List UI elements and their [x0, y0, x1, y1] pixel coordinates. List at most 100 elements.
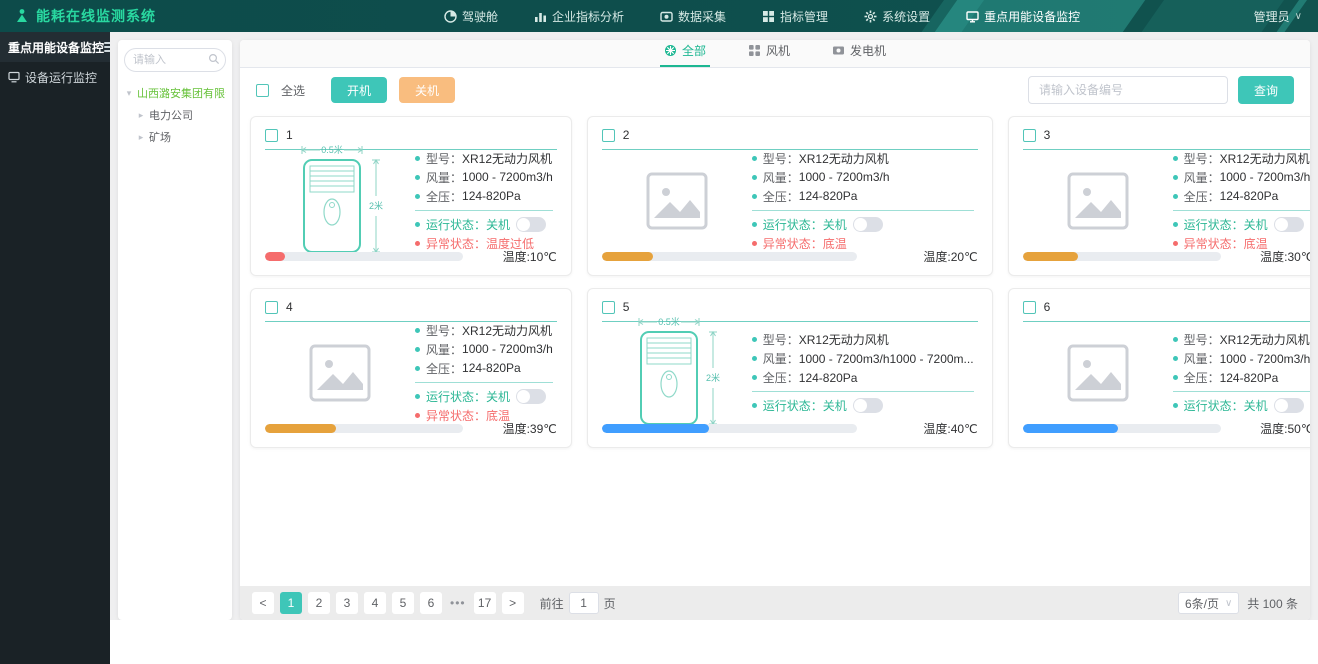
nav-item-cockpit[interactable]: 驾驶舱	[430, 0, 512, 32]
monitor-icon	[966, 10, 979, 23]
data-collect-icon	[660, 10, 673, 23]
nav-label: 数据采集	[678, 9, 727, 24]
image-placeholder-icon	[602, 156, 752, 245]
run-state-value: 关机	[1243, 399, 1268, 413]
device-card-4: 4 型号： XR12无动力风机 风量： 1000 - 7200m3/h 全压： …	[250, 288, 572, 448]
temperature-bar	[1022, 423, 1221, 433]
device-checkbox[interactable]	[1022, 128, 1036, 142]
page-button-3[interactable]: 3	[336, 592, 358, 614]
device-id: 2	[622, 128, 630, 142]
caret-down-icon[interactable]: ▾	[124, 88, 134, 99]
grid-icon	[762, 10, 775, 23]
nav-label: 系统设置	[882, 9, 931, 24]
tree-node-company[interactable]: ▾ 山西潞安集团有限公司	[124, 82, 226, 104]
logo-icon	[14, 8, 30, 24]
temperature-bar	[1022, 251, 1221, 261]
sidebar-item-device-monitoring[interactable]: 设备运行监控	[0, 62, 110, 92]
goto-page-input[interactable]	[568, 592, 599, 614]
svg-text:0.5米: 0.5米	[658, 316, 680, 327]
page-button-5[interactable]: 5	[392, 592, 414, 614]
model-value: XR12无动力风机	[462, 323, 553, 338]
model-value: XR12无动力风机	[1219, 333, 1310, 347]
caret-right-icon[interactable]: ▸	[136, 132, 146, 143]
more-pages-icon[interactable]: •••	[448, 596, 468, 610]
all-devices-icon	[664, 44, 677, 57]
temperature-text: 温度:10℃	[502, 249, 557, 264]
tab-label: 全部	[681, 44, 706, 58]
generator-icon	[832, 44, 845, 57]
power-toggle[interactable]	[516, 388, 547, 404]
page-button-2[interactable]: 2	[308, 592, 330, 614]
power-toggle[interactable]	[852, 216, 883, 232]
temperature-text: 温度:39℃	[502, 421, 557, 436]
pagination-bar: < 1 2 3 4 5 6 ••• 17 > 前往 页	[240, 586, 1310, 620]
device-card-6: 6 型号： XR12无动力风机 风量： 1000 - 7200m3/h 全压： …	[1007, 288, 1310, 448]
dashboard-pie-icon	[444, 9, 457, 23]
airflow-value: 1000 - 7200m3/h1000 - 7200m...	[798, 351, 974, 366]
tab-all[interactable]: 全部	[659, 42, 710, 67]
page-button-17[interactable]: 17	[473, 592, 496, 614]
image-placeholder-icon	[1023, 156, 1173, 245]
device-id: 6	[1043, 300, 1051, 314]
svg-text:2米: 2米	[706, 372, 720, 383]
nav-item-indicator-management[interactable]: 指标管理	[748, 0, 842, 32]
pressure-value: 124-820Pa	[1219, 189, 1279, 203]
caret-right-icon[interactable]: ▸	[136, 110, 146, 121]
device-type-tabs: 全部 风机 发电机	[240, 40, 1310, 68]
device-checkbox[interactable]	[601, 128, 615, 142]
prev-page-button[interactable]: <	[252, 592, 274, 614]
app-title: 能耗在线监测系统	[36, 8, 156, 24]
power-toggle[interactable]	[1273, 216, 1304, 232]
tree-node-mine[interactable]: ▸ 矿场	[124, 126, 226, 148]
power-toggle[interactable]	[516, 216, 547, 232]
airflow-value: 1000 - 7200m3/h	[798, 170, 890, 184]
pressure-value: 124-820Pa	[1219, 370, 1279, 385]
temperature-bar	[265, 251, 464, 261]
tree-node-power-company[interactable]: ▸ 电力公司	[124, 104, 226, 126]
temperature-text: 温度:40℃	[923, 421, 978, 436]
device-id: 1	[286, 128, 293, 142]
bottom-strip	[110, 620, 1318, 664]
power-off-button[interactable]: 关机	[399, 77, 456, 103]
top-navbar: 能耗在线监测系统 驾驶舱 企业指标分析 数据采集 指标管理 系统设置 重点用能设…	[0, 0, 1318, 32]
power-toggle[interactable]	[1273, 398, 1304, 413]
batch-toolbar: 全选 开机 关机 查询	[240, 68, 1310, 112]
gear-icon	[864, 10, 877, 23]
fan-icon	[748, 44, 761, 57]
device-checkbox[interactable]	[601, 300, 615, 314]
pressure-value: 124-820Pa	[798, 370, 858, 385]
temperature-text: 温度:30℃	[1260, 249, 1310, 264]
pressure-value: 124-820Pa	[798, 189, 858, 203]
power-toggle[interactable]	[852, 398, 883, 413]
select-all-checkbox[interactable]	[256, 83, 269, 97]
run-state-value: 关机	[486, 389, 511, 404]
page-button-6[interactable]: 6	[420, 592, 442, 614]
query-button[interactable]: 查询	[1237, 76, 1294, 104]
tab-generator[interactable]: 发电机	[828, 42, 890, 67]
power-on-button[interactable]: 开机	[331, 77, 388, 103]
sidebar-filler	[0, 92, 110, 664]
tree-node-label: 山西潞安集团有限公司	[137, 88, 226, 100]
device-checkbox[interactable]	[265, 128, 278, 142]
tab-fan[interactable]: 风机	[744, 42, 794, 67]
page-button-4[interactable]: 4	[364, 592, 386, 614]
pressure-value: 124-820Pa	[462, 189, 521, 203]
nav-item-data-collection[interactable]: 数据采集	[646, 0, 740, 32]
device-number-input[interactable]	[1027, 76, 1228, 104]
temperature-bar	[265, 423, 464, 433]
model-value: XR12无动力风机	[798, 151, 889, 166]
page-button-1[interactable]: 1	[280, 592, 302, 614]
page-size-select[interactable]: 6条/页 ∨	[1177, 592, 1240, 614]
chevron-down-icon: ∨	[1294, 10, 1302, 22]
device-id: 4	[286, 300, 293, 314]
user-menu[interactable]: 管理员 ∨	[1254, 8, 1318, 25]
nav-item-indicator-analysis[interactable]: 企业指标分析	[520, 0, 638, 32]
svg-text:2米: 2米	[369, 200, 383, 211]
monitor-small-icon	[8, 71, 20, 83]
main-panel: 全部 风机 发电机 全选 开机 关机 请输入设备编号 查询 1 0.5米 2米 …	[240, 40, 1310, 620]
nav-item-key-equipment-monitoring[interactable]: 重点用能设备监控	[952, 0, 1094, 32]
device-checkbox[interactable]	[265, 300, 278, 314]
nav-item-system-settings[interactable]: 系统设置	[850, 0, 944, 32]
device-checkbox[interactable]	[1022, 300, 1036, 314]
next-page-button[interactable]: >	[501, 592, 524, 614]
